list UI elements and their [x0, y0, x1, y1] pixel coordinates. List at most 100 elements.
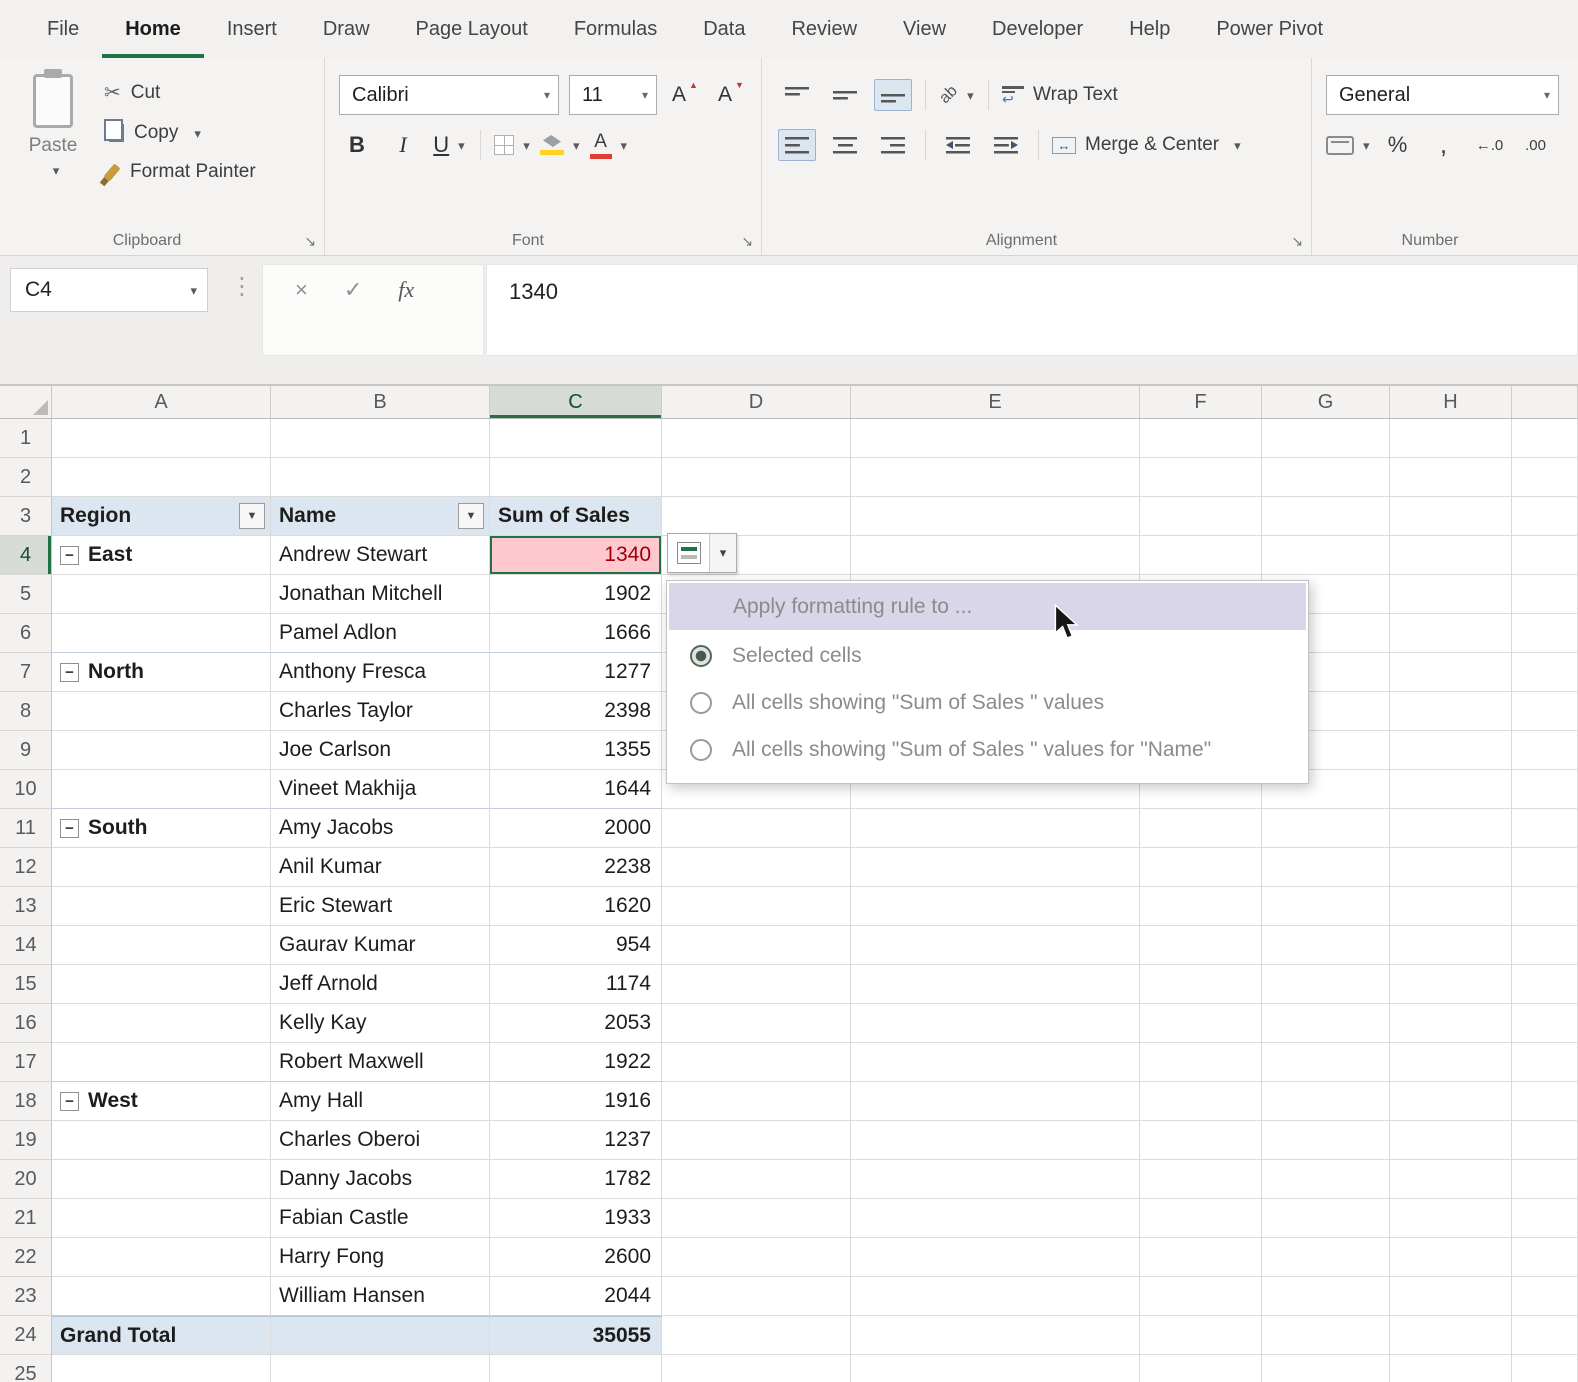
- cell-H9[interactable]: [1390, 731, 1512, 770]
- cell-D3[interactable]: [662, 497, 851, 536]
- cell-C10[interactable]: 1644: [490, 770, 662, 809]
- paste-button[interactable]: Paste ▾: [18, 74, 88, 177]
- cell-F3[interactable]: [1140, 497, 1262, 536]
- cell-x19[interactable]: [1512, 1121, 1578, 1160]
- cell-B16[interactable]: Kelly Kay: [271, 1004, 490, 1043]
- radio-icon[interactable]: [690, 738, 712, 761]
- cell-G25[interactable]: [1262, 1355, 1390, 1382]
- cell-x3[interactable]: [1512, 497, 1578, 536]
- cell-G21[interactable]: [1262, 1199, 1390, 1238]
- cell-E19[interactable]: [851, 1121, 1140, 1160]
- cell-B14[interactable]: Gaurav Kumar: [271, 926, 490, 965]
- row-header-5[interactable]: 5: [0, 575, 52, 614]
- ribbon-tab-insert[interactable]: Insert: [204, 0, 300, 58]
- cell-H1[interactable]: [1390, 419, 1512, 458]
- orientation-button[interactable]: ab ▾: [937, 76, 975, 114]
- cell-G2[interactable]: [1262, 458, 1390, 497]
- cell-E22[interactable]: [851, 1238, 1140, 1277]
- radio-icon[interactable]: [690, 644, 712, 667]
- cell-E4[interactable]: [851, 536, 1140, 575]
- cell-H23[interactable]: [1390, 1277, 1512, 1316]
- row-header-15[interactable]: 15: [0, 965, 52, 1004]
- cell-H6[interactable]: [1390, 614, 1512, 653]
- cell-H14[interactable]: [1390, 926, 1512, 965]
- row-header-16[interactable]: 16: [0, 1004, 52, 1043]
- cell-F19[interactable]: [1140, 1121, 1262, 1160]
- name-box-resize-handle[interactable]: ⋮: [230, 272, 254, 301]
- cell-C14[interactable]: 954: [490, 926, 662, 965]
- cell-x25[interactable]: [1512, 1355, 1578, 1382]
- cell-D19[interactable]: [662, 1121, 851, 1160]
- cell-F4[interactable]: [1140, 536, 1262, 575]
- row-header-1[interactable]: 1: [0, 419, 52, 458]
- cell-A6[interactable]: [52, 614, 271, 653]
- cell-x1[interactable]: [1512, 419, 1578, 458]
- cell-F23[interactable]: [1140, 1277, 1262, 1316]
- cell-A20[interactable]: [52, 1160, 271, 1199]
- cell-A17[interactable]: [52, 1043, 271, 1082]
- column-header-E[interactable]: E: [851, 386, 1140, 418]
- cell-C6[interactable]: 1666: [490, 614, 662, 653]
- collapse-icon[interactable]: −: [60, 818, 79, 838]
- ribbon-tab-view[interactable]: View: [880, 0, 969, 58]
- decrease-indent-button[interactable]: [939, 129, 977, 161]
- cell-C15[interactable]: 1174: [490, 965, 662, 1004]
- number-format-combo[interactable]: General ▾: [1326, 75, 1559, 115]
- cell-x22[interactable]: [1512, 1238, 1578, 1277]
- cell-H4[interactable]: [1390, 536, 1512, 575]
- row-header-10[interactable]: 10: [0, 770, 52, 809]
- cell-B5[interactable]: Jonathan Mitchell: [271, 575, 490, 614]
- comma-style-button[interactable]: ,: [1426, 126, 1462, 164]
- cell-C2[interactable]: [490, 458, 662, 497]
- cell-D23[interactable]: [662, 1277, 851, 1316]
- cell-F15[interactable]: [1140, 965, 1262, 1004]
- cell-E14[interactable]: [851, 926, 1140, 965]
- cell-H10[interactable]: [1390, 770, 1512, 809]
- cell-C4[interactable]: 1340: [490, 536, 662, 575]
- cell-D13[interactable]: [662, 887, 851, 926]
- cell-B23[interactable]: William Hansen: [271, 1277, 490, 1316]
- cell-E23[interactable]: [851, 1277, 1140, 1316]
- cell-x17[interactable]: [1512, 1043, 1578, 1082]
- row-header-20[interactable]: 20: [0, 1160, 52, 1199]
- cell-C12[interactable]: 2238: [490, 848, 662, 887]
- cell-B19[interactable]: Charles Oberoi: [271, 1121, 490, 1160]
- cell-B15[interactable]: Jeff Arnold: [271, 965, 490, 1004]
- cell-C25[interactable]: [490, 1355, 662, 1382]
- cell-D1[interactable]: [662, 419, 851, 458]
- row-header-7[interactable]: 7: [0, 653, 52, 692]
- collapse-icon[interactable]: −: [60, 545, 79, 565]
- cell-G20[interactable]: [1262, 1160, 1390, 1199]
- cell-D21[interactable]: [662, 1199, 851, 1238]
- cell-x9[interactable]: [1512, 731, 1578, 770]
- cell-H17[interactable]: [1390, 1043, 1512, 1082]
- cell-A21[interactable]: [52, 1199, 271, 1238]
- cell-A5[interactable]: [52, 575, 271, 614]
- cell-C17[interactable]: 1922: [490, 1043, 662, 1082]
- cell-A22[interactable]: [52, 1238, 271, 1277]
- ribbon-tab-draw[interactable]: Draw: [300, 0, 393, 58]
- row-header-21[interactable]: 21: [0, 1199, 52, 1238]
- cell-x24[interactable]: [1512, 1316, 1578, 1355]
- ribbon-tab-power-pivot[interactable]: Power Pivot: [1193, 0, 1346, 58]
- cell-x6[interactable]: [1512, 614, 1578, 653]
- cell-F2[interactable]: [1140, 458, 1262, 497]
- cell-G1[interactable]: [1262, 419, 1390, 458]
- dialog-launcher-icon[interactable]: ↘: [1291, 233, 1303, 250]
- column-header-D[interactable]: D: [662, 386, 851, 418]
- row-header-25[interactable]: 25: [0, 1355, 52, 1382]
- ribbon-tab-developer[interactable]: Developer: [969, 0, 1106, 58]
- cell-F16[interactable]: [1140, 1004, 1262, 1043]
- cell-H19[interactable]: [1390, 1121, 1512, 1160]
- enter-icon[interactable]: ✓: [344, 277, 362, 303]
- cell-B4[interactable]: Andrew Stewart: [271, 536, 490, 575]
- cell-A24[interactable]: Grand Total: [52, 1316, 271, 1355]
- cell-G11[interactable]: [1262, 809, 1390, 848]
- cell-D2[interactable]: [662, 458, 851, 497]
- cell-F17[interactable]: [1140, 1043, 1262, 1082]
- cell-D18[interactable]: [662, 1082, 851, 1121]
- cell-A16[interactable]: [52, 1004, 271, 1043]
- cell-C1[interactable]: [490, 419, 662, 458]
- cell-C13[interactable]: 1620: [490, 887, 662, 926]
- cell-H5[interactable]: [1390, 575, 1512, 614]
